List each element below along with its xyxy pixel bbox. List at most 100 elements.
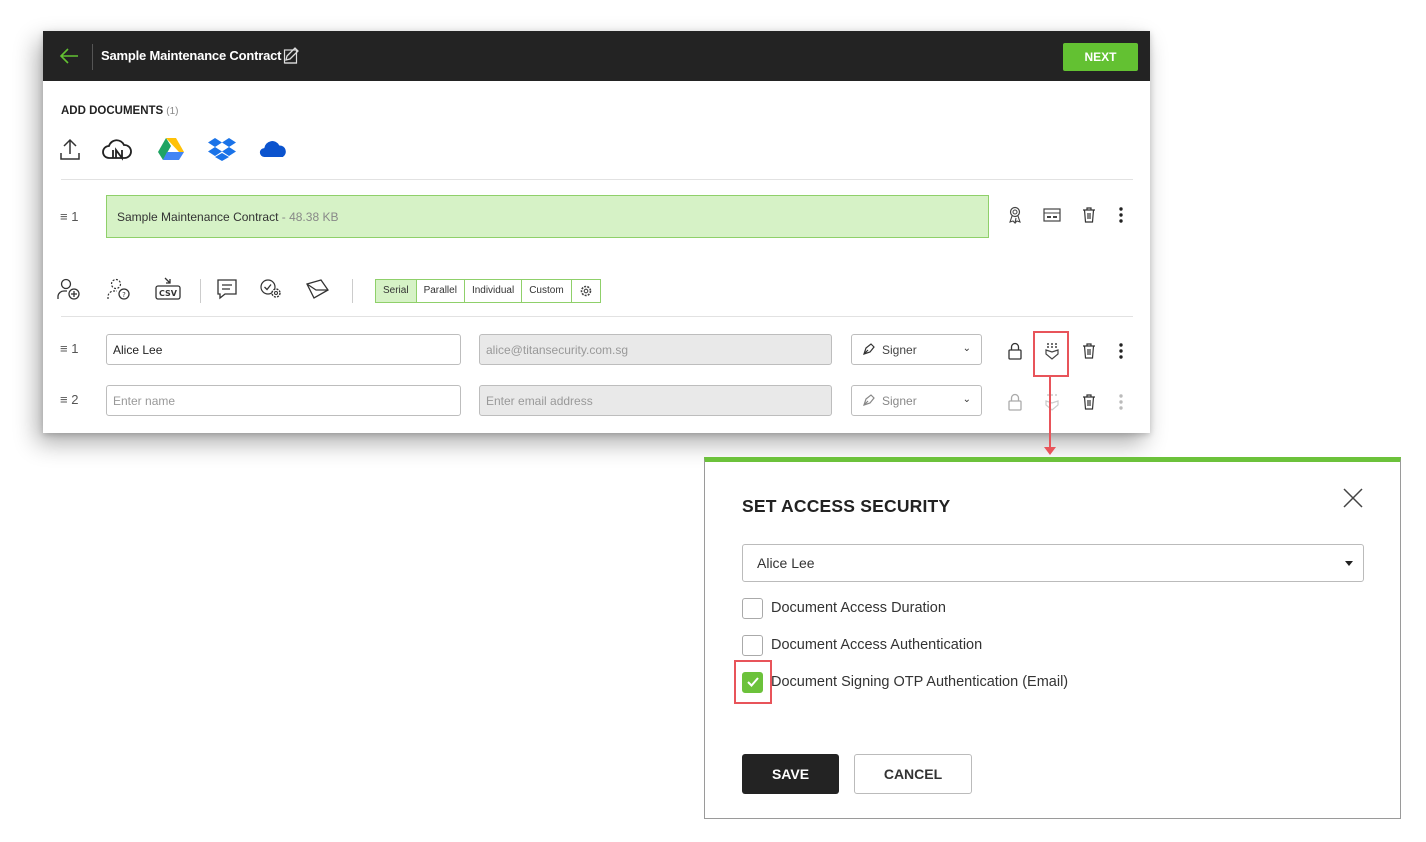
add-recipient-button[interactable] xyxy=(56,276,82,302)
annotation-arrow-head xyxy=(1044,447,1056,455)
trash-icon xyxy=(1083,343,1095,359)
divider xyxy=(200,279,201,303)
lock-button[interactable] xyxy=(1005,392,1025,412)
more-vertical-icon xyxy=(1119,394,1123,410)
close-button[interactable] xyxy=(1342,487,1366,511)
cloud-storage-button[interactable] xyxy=(102,135,132,163)
email-icon xyxy=(306,279,329,299)
access-security-dialog: SET ACCESS SECURITY Alice Lee Document A… xyxy=(704,457,1401,819)
back-button[interactable] xyxy=(57,45,81,67)
delete-document-button[interactable] xyxy=(1079,205,1099,225)
signing-order-custom[interactable]: Custom xyxy=(522,280,572,302)
dropbox-icon xyxy=(208,138,236,161)
add-documents-label: ADD DOCUMENTS xyxy=(61,105,164,117)
divider xyxy=(61,316,1133,317)
lock-icon xyxy=(1008,342,1022,360)
svg-text:?: ? xyxy=(122,291,126,299)
document-index: 1 xyxy=(71,209,79,224)
option-access-duration[interactable]: Document Access Duration xyxy=(742,597,946,619)
message-button[interactable] xyxy=(214,276,240,302)
option-access-authentication[interactable]: Document Access Authentication xyxy=(742,634,982,656)
recipient-role-select[interactable]: Signer ⌄ xyxy=(851,334,982,365)
page-title: Sample Maintenance Contract xyxy=(101,48,282,63)
pen-nib-icon xyxy=(863,394,875,406)
add-optional-recipient-icon: ? xyxy=(107,278,130,300)
signer-select[interactable]: Alice Lee xyxy=(742,544,1364,582)
divider xyxy=(352,279,353,303)
document-name: Sample Maintenance Contract xyxy=(117,210,279,224)
edit-title-button[interactable] xyxy=(283,47,301,65)
next-button[interactable]: NEXT xyxy=(1063,43,1138,71)
document-size: - 48.38 KB xyxy=(278,210,339,224)
access-authentication-checkbox[interactable] xyxy=(742,634,763,656)
cancel-button[interactable]: CANCEL xyxy=(854,754,972,794)
onedrive-button[interactable] xyxy=(259,135,289,163)
cloud-storage-icon xyxy=(102,139,132,161)
signing-order-individual[interactable]: Individual xyxy=(464,280,523,302)
option-label: Document Signing OTP Authentication (Ema… xyxy=(771,674,1069,690)
recipient-name-input[interactable]: Enter name xyxy=(106,385,461,416)
chevron-down-icon: ⌄ xyxy=(962,343,971,354)
google-drive-button[interactable] xyxy=(156,135,186,163)
add-documents-heading: ADD DOCUMENTS (1) xyxy=(61,105,178,117)
signing-order-parallel[interactable]: Parallel xyxy=(416,280,465,302)
more-options-button[interactable] xyxy=(1111,341,1131,361)
annotation-arrow xyxy=(1049,377,1051,449)
document-count: (1) xyxy=(166,106,179,117)
recipient-index: 1 xyxy=(71,341,79,356)
more-vertical-icon xyxy=(1119,343,1123,359)
pencil-edit-icon xyxy=(283,47,299,64)
divider xyxy=(61,179,1133,180)
gear-icon xyxy=(580,285,591,297)
import-csv-icon: CSV xyxy=(155,277,181,300)
certificate-button[interactable] xyxy=(1005,205,1025,225)
delete-recipient-button[interactable] xyxy=(1079,392,1099,412)
import-csv-button[interactable]: CSV xyxy=(155,276,181,302)
dialog-title: SET ACCESS SECURITY xyxy=(742,496,951,516)
recipient-role-select[interactable]: Signer ⌄ xyxy=(851,385,982,416)
delete-recipient-button[interactable] xyxy=(1079,341,1099,361)
email-button[interactable] xyxy=(305,276,331,302)
save-button[interactable]: SAVE xyxy=(742,754,839,794)
upload-icon xyxy=(60,138,80,160)
add-recipient-icon xyxy=(57,278,80,300)
highlight-box xyxy=(1033,331,1069,377)
divider xyxy=(92,44,93,70)
document-setup-panel: Sample Maintenance Contract NEXT ADD DOC… xyxy=(43,31,1150,433)
message-icon xyxy=(217,279,237,300)
certificate-icon xyxy=(1009,206,1021,224)
fields-button[interactable] xyxy=(1042,205,1062,225)
chevron-down-icon: ⌄ xyxy=(962,394,971,405)
settings-check-button[interactable] xyxy=(258,276,284,302)
drag-handle[interactable]: ≡ 1 xyxy=(60,341,78,356)
add-optional-recipient-button[interactable]: ? xyxy=(106,276,132,302)
signing-order-serial[interactable]: Serial xyxy=(376,280,417,302)
lock-button[interactable] xyxy=(1005,341,1025,361)
recipient-name-input[interactable]: Alice Lee xyxy=(106,334,461,365)
fields-icon xyxy=(1043,208,1061,222)
trash-icon xyxy=(1083,207,1095,223)
more-options-button[interactable] xyxy=(1111,392,1131,412)
drag-handle[interactable]: ≡ 1 xyxy=(60,209,78,224)
access-security-icon xyxy=(1045,394,1059,411)
access-duration-checkbox[interactable] xyxy=(742,597,763,619)
google-drive-icon xyxy=(158,138,184,160)
dropbox-button[interactable] xyxy=(207,135,237,163)
recipient-email-input[interactable]: alice@titansecurity.com.sg xyxy=(479,334,832,365)
option-label: Document Access Duration xyxy=(771,600,946,616)
access-security-button[interactable] xyxy=(1042,392,1062,412)
recipient-index: 2 xyxy=(71,392,79,407)
recipient-email-input[interactable]: Enter email address xyxy=(479,385,832,416)
document-item[interactable]: Sample Maintenance Contract - 48.38 KB xyxy=(106,195,989,238)
svg-text:CSV: CSV xyxy=(159,289,178,298)
onedrive-icon xyxy=(259,141,286,157)
option-label: Document Access Authentication xyxy=(771,637,983,653)
role-label: Signer xyxy=(882,343,917,357)
settings-check-icon xyxy=(260,279,281,298)
drag-handle[interactable]: ≡ 2 xyxy=(60,392,78,407)
more-options-button[interactable] xyxy=(1111,205,1131,225)
option-signing-otp[interactable]: Document Signing OTP Authentication (Ema… xyxy=(742,671,1068,693)
caret-down-icon xyxy=(1345,561,1353,566)
signing-order-settings[interactable] xyxy=(571,280,600,302)
upload-button[interactable] xyxy=(55,135,85,163)
